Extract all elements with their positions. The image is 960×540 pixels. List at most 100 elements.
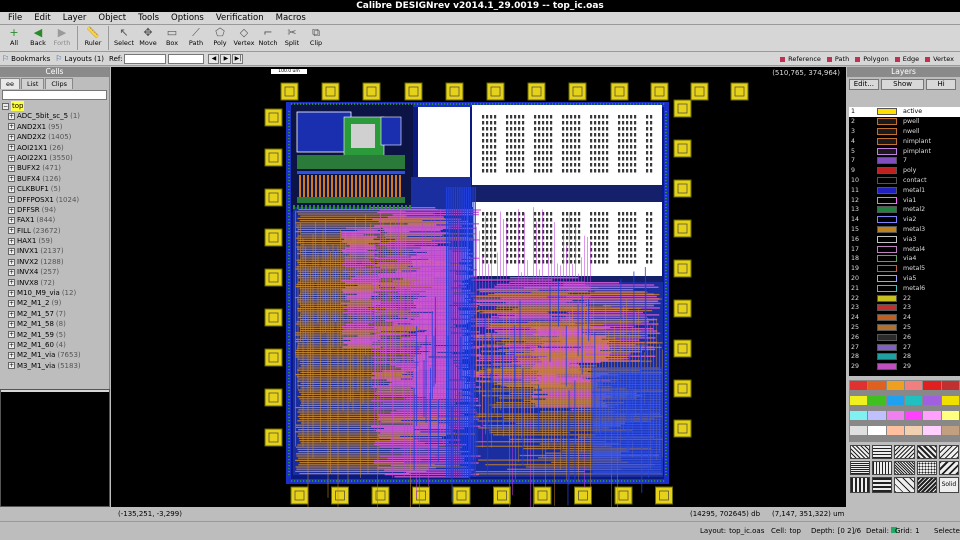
layer-row[interactable]: 13 metal2	[849, 205, 960, 215]
layer-row[interactable]: 12 via1	[849, 195, 960, 205]
layer-swatch[interactable]	[877, 127, 897, 135]
layer-swatch[interactable]	[877, 274, 897, 282]
cell-item[interactable]: + BUFX2 (471)	[2, 163, 108, 173]
layer-row[interactable]: 17 metal4	[849, 244, 960, 254]
cell-item[interactable]: + M2_M1_58 (8)	[2, 319, 108, 329]
collapse-icon[interactable]: −	[2, 102, 9, 110]
palette-color[interactable]	[850, 426, 868, 436]
layout-view[interactable]	[111, 67, 846, 507]
layer-swatch[interactable]	[877, 353, 897, 361]
layer-row[interactable]: 1 active	[849, 107, 960, 117]
layer-row[interactable]: 20 via5	[849, 274, 960, 284]
fill-pattern[interactable]	[894, 444, 915, 459]
vertex-button[interactable]: ◇ Vertex	[232, 26, 256, 51]
cells-tab-list[interactable]: List	[21, 78, 45, 89]
layer-row[interactable]: 21 metal6	[849, 283, 960, 293]
menu-verification[interactable]: Verification	[210, 12, 270, 25]
layer-swatch[interactable]	[877, 333, 897, 341]
layer-swatch[interactable]	[877, 265, 897, 273]
layer-row[interactable]: 10 contact	[849, 176, 960, 186]
palette-color[interactable]	[905, 411, 923, 421]
ruler-button[interactable]: 📏 Ruler	[81, 26, 105, 51]
palette-color[interactable]	[868, 426, 886, 436]
expand-icon[interactable]: +	[8, 352, 15, 360]
expand-icon[interactable]: +	[8, 144, 15, 152]
ref-input[interactable]	[168, 53, 205, 64]
cell-item[interactable]: + M3_M1_via (5183)	[2, 361, 108, 371]
filter-vertex[interactable]: Vertex	[925, 55, 954, 63]
palette-color[interactable]	[941, 380, 959, 390]
poly-button[interactable]: ⬠ Poly	[208, 26, 232, 51]
forth-button[interactable]: ▶ Forth	[50, 26, 74, 51]
fill-pattern[interactable]	[872, 476, 893, 493]
palette-color[interactable]	[905, 426, 923, 436]
palette-color[interactable]	[905, 380, 923, 390]
cell-item[interactable]: + M2_M1_via (7653)	[2, 350, 108, 360]
layer-swatch[interactable]	[877, 304, 897, 312]
fill-pattern[interactable]	[916, 444, 937, 459]
layer-row[interactable]: 24 24	[849, 313, 960, 323]
layer-swatch[interactable]	[877, 186, 897, 194]
palette-color[interactable]	[868, 411, 886, 421]
palette-color[interactable]	[868, 395, 886, 405]
cell-item[interactable]: + BUFX4 (126)	[2, 174, 108, 184]
cell-item[interactable]: + INVX1 (2137)	[2, 246, 108, 256]
layer-row[interactable]: 9 poly	[849, 166, 960, 176]
layer-swatch[interactable]	[877, 108, 897, 116]
layer-swatch[interactable]	[877, 343, 897, 351]
cell-item[interactable]: + HAX1 (59)	[2, 236, 108, 246]
notch-button[interactable]: ⌐ Notch	[256, 26, 280, 51]
expand-icon[interactable]: +	[8, 133, 15, 141]
expand-icon[interactable]: +	[8, 196, 15, 204]
cell-item[interactable]: + INVX4 (257)	[2, 267, 108, 277]
expand-icon[interactable]: +	[8, 279, 15, 287]
fill-pattern[interactable]	[850, 444, 871, 459]
filter-checkbox[interactable]	[894, 56, 900, 62]
palette-color[interactable]	[886, 411, 904, 421]
palette-color[interactable]	[886, 395, 904, 405]
cell-item[interactable]: + M2_M1_57 (7)	[2, 309, 108, 319]
menu-layer[interactable]: Layer	[57, 12, 93, 25]
expand-icon[interactable]: +	[8, 175, 15, 183]
cell-item[interactable]: + ADC_5bit_sc_5 (1)	[2, 111, 108, 121]
layer-swatch[interactable]	[877, 157, 897, 165]
clip-button[interactable]: ⧉ Clip	[304, 26, 328, 51]
layer-swatch[interactable]	[877, 284, 897, 292]
layer-row[interactable]: 77	[849, 156, 960, 166]
cell-item[interactable]: + AND2X1 (95)	[2, 122, 108, 132]
layer-row[interactable]: 29 29	[849, 362, 960, 372]
fill-pattern[interactable]	[916, 476, 937, 493]
cell-item[interactable]: + INVX8 (72)	[2, 278, 108, 288]
layers-hi-button[interactable]: Hi	[926, 78, 957, 90]
palette-color[interactable]	[905, 395, 923, 405]
layer-row[interactable]: 26 26	[849, 332, 960, 342]
menu-options[interactable]: Options	[165, 12, 210, 25]
expand-icon[interactable]: +	[8, 331, 15, 339]
layer-swatch[interactable]	[877, 147, 897, 155]
palette-color[interactable]	[886, 380, 904, 390]
split-button[interactable]: ✂ Split	[280, 26, 304, 51]
layer-row[interactable]: 19 metal5	[849, 264, 960, 274]
detail-info[interactable]: Detail:	[866, 527, 897, 535]
palette-color[interactable]	[850, 411, 868, 421]
select-button[interactable]: ↖ Select	[112, 26, 136, 51]
fill-pattern[interactable]	[916, 460, 937, 475]
ref-select[interactable]	[124, 53, 167, 64]
filter-checkbox[interactable]	[826, 56, 832, 62]
layer-swatch[interactable]	[877, 206, 897, 214]
fill-pattern[interactable]	[850, 460, 871, 475]
filter-checkbox[interactable]	[855, 56, 861, 62]
expand-icon[interactable]: +	[8, 185, 15, 193]
menu-macros[interactable]: Macros	[270, 12, 312, 25]
layers-edit-button[interactable]: Edit...	[849, 78, 879, 90]
layer-row[interactable]: 3 nwell	[849, 127, 960, 137]
palette-color[interactable]	[941, 395, 959, 405]
expand-icon[interactable]: +	[8, 320, 15, 328]
layer-row[interactable]: 11 metal1	[849, 185, 960, 195]
filter-checkbox[interactable]	[925, 56, 931, 62]
expand-icon[interactable]: +	[8, 227, 15, 235]
ref-prev-button[interactable]: ◀	[208, 53, 220, 64]
move-button[interactable]: ✥ Move	[136, 26, 160, 51]
palette-color[interactable]	[850, 395, 868, 405]
cell-item[interactable]: + DFFPOSX1 (1024)	[2, 195, 108, 205]
